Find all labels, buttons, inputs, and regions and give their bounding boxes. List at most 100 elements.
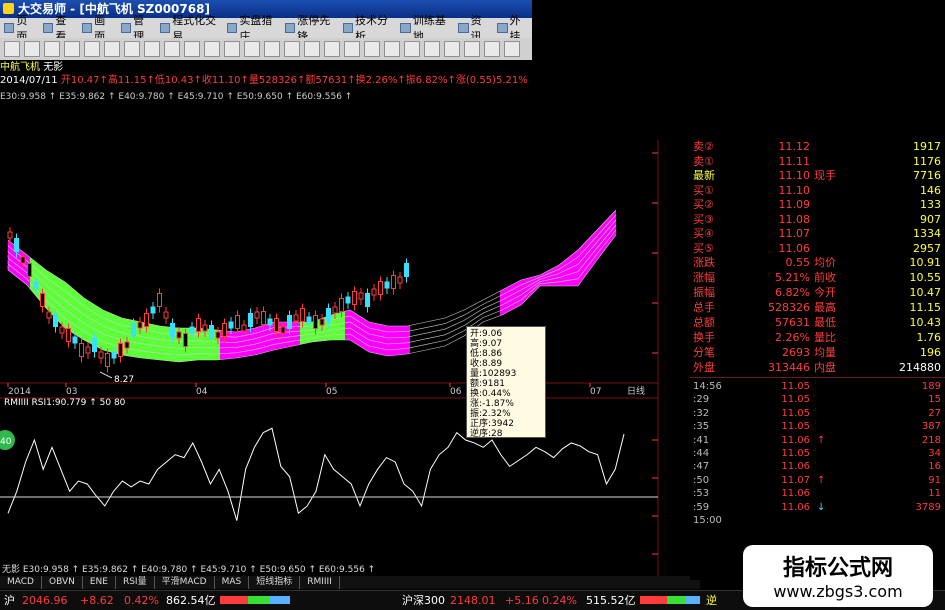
tooltip-line: 涨:-1.87% xyxy=(470,399,514,409)
toolbar-button[interactable] xyxy=(364,41,380,57)
toolbar-button[interactable] xyxy=(44,41,60,57)
tick-volume: 11 xyxy=(928,488,941,500)
order-book-row: 最新 11.10 现手 7716 xyxy=(690,169,945,183)
menu-item[interactable]: 画面 xyxy=(78,14,117,43)
tick-row: :44 11.05 34 xyxy=(690,447,945,461)
tooltip-line: 开:9.06 xyxy=(470,329,503,339)
toolbar-button[interactable] xyxy=(344,41,360,57)
toolbar-button[interactable] xyxy=(204,41,220,57)
tick-arrow: ↑ xyxy=(817,474,826,486)
menu-item[interactable]: 查看 xyxy=(39,14,78,43)
toolbar-button[interactable] xyxy=(4,41,20,57)
toolbar-button[interactable] xyxy=(224,41,240,57)
indicator-tab[interactable]: MACD xyxy=(0,576,42,589)
indicator-tab[interactable]: 平滑MACD xyxy=(155,576,215,589)
time-axis-label: 03 xyxy=(66,387,77,397)
bottom-ma-legend: 无影 E30:9.958 ↑ E35:9.862 ↑ E40:9.780 ↑ E… xyxy=(2,565,376,575)
menu-icon xyxy=(342,23,354,33)
order-book-price: 11.07 xyxy=(778,227,811,240)
quote-panel: 卖② 11.12 1917 卖① 11.11 1176 最新 11.10 现手 7716 买① 11.… xyxy=(690,140,945,580)
menu-item[interactable]: 技术分析 xyxy=(339,14,397,43)
toolbar-button[interactable] xyxy=(84,41,100,57)
stats-value: 214880 xyxy=(899,361,941,374)
candle-body xyxy=(202,324,208,332)
toolbar-button[interactable] xyxy=(484,41,500,57)
toolbar-button[interactable] xyxy=(104,41,120,57)
order-book-volume: 2957 xyxy=(913,241,941,255)
menu-item[interactable]: 资讯 xyxy=(454,14,493,43)
candle-body xyxy=(105,353,110,367)
indicator-tab[interactable]: ENE xyxy=(83,576,116,589)
menu-item[interactable]: 训练基地 xyxy=(396,14,454,43)
candle-body xyxy=(33,281,39,289)
toolbar-button[interactable] xyxy=(324,41,340,57)
tick-row: :59 11.06 ↓ 3789 xyxy=(690,501,945,515)
menu-item[interactable]: 页面 xyxy=(0,14,39,43)
indicator-tab[interactable]: MAS xyxy=(215,576,250,589)
indicator-tab[interactable]: RMIIII xyxy=(300,576,340,589)
toolbar-button[interactable] xyxy=(164,41,180,57)
candle-body xyxy=(183,333,188,347)
hs300-breadth-bar xyxy=(640,596,700,604)
candle-body xyxy=(170,323,175,337)
menu-item[interactable]: 涨停先锋 xyxy=(281,14,339,43)
order-book-label: 买① xyxy=(693,183,714,197)
tick-time: 14:56 xyxy=(693,381,722,392)
tick-row: :50 11.07 ↑ 91 xyxy=(690,474,945,488)
tick-price: 11.06 xyxy=(781,488,810,500)
order-book-volume: 133 xyxy=(920,198,941,211)
toolbar-button[interactable] xyxy=(384,41,400,57)
kline-chart[interactable]: 10.5010.009.509.008.5080.0060.0040.0020.… xyxy=(0,60,660,580)
menu-item[interactable]: 管理 xyxy=(117,14,156,43)
watermark: 指标公式网 www.zbgs3.com xyxy=(743,545,933,607)
menu-icon xyxy=(81,23,93,33)
tick-price: 11.05 xyxy=(781,407,810,419)
time-axis-label: 07 xyxy=(590,387,601,397)
toolbar-button[interactable] xyxy=(464,41,480,57)
toolbar-button[interactable] xyxy=(424,41,440,57)
stats-label: 均量 xyxy=(814,346,836,359)
candle-body xyxy=(287,315,292,329)
time-axis-label: 04 xyxy=(196,387,208,397)
toolbar-button[interactable] xyxy=(244,41,260,57)
order-book-price: 11.06 xyxy=(778,241,811,255)
stats-value: 11.15 xyxy=(909,301,942,314)
toolbar-button[interactable] xyxy=(24,41,40,57)
indicator-tab[interactable]: OBVN xyxy=(42,576,83,589)
stats-label: 总额 xyxy=(693,316,715,329)
toolbar-button[interactable] xyxy=(284,41,300,57)
order-book-price: 11.08 xyxy=(778,212,811,226)
order-book-row: 买③ 11.08 907 xyxy=(690,213,945,227)
tick-row: :53 11.06 11 xyxy=(690,487,945,501)
toolbar-button[interactable] xyxy=(124,41,140,57)
tick-volume: 27 xyxy=(928,407,941,419)
tick-volume: 3789 xyxy=(915,501,941,513)
tick-row: :47 11.06 16 xyxy=(690,460,945,474)
candle-body xyxy=(319,318,325,326)
toolbar-button[interactable] xyxy=(404,41,420,57)
time-axis-label: 06 xyxy=(450,387,462,397)
toolbar-button[interactable] xyxy=(64,41,80,57)
toolbar-button[interactable] xyxy=(444,41,460,57)
order-book-row: 卖① 11.11 1176 xyxy=(690,155,945,169)
toolbar-button[interactable] xyxy=(264,41,280,57)
candle-body xyxy=(79,343,84,357)
stats-row: 总额 57631 最低 10.43 xyxy=(690,316,945,330)
tooltip-line: 换:0.44% xyxy=(470,389,511,399)
menu-item[interactable]: 程式化交易 xyxy=(156,14,223,43)
tick-time: :53 xyxy=(693,488,710,500)
indicator-tab[interactable]: RSI量 xyxy=(116,576,155,589)
stats-label: 分笔 xyxy=(693,346,715,359)
candle-body xyxy=(254,311,260,319)
candle-body xyxy=(274,318,279,332)
toolbar-button[interactable] xyxy=(144,41,160,57)
menu-item[interactable]: 外挂 xyxy=(493,14,532,43)
order-book-volume: 146 xyxy=(920,183,941,197)
tick-time: :47 xyxy=(693,461,710,473)
toolbar-button[interactable] xyxy=(304,41,320,57)
indicator-tab[interactable]: 短线指标 xyxy=(249,576,301,589)
menu-item[interactable]: 实盘猎庄 xyxy=(223,14,281,43)
tick-volume: 189 xyxy=(921,381,941,392)
toolbar-button[interactable] xyxy=(184,41,200,57)
toolbar-button[interactable] xyxy=(504,41,520,57)
